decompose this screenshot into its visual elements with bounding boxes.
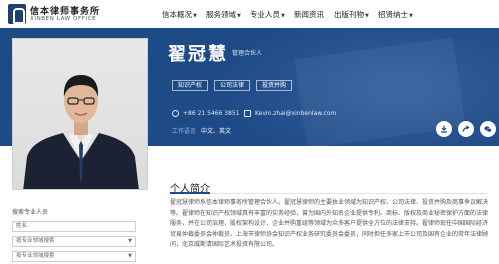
search-professionals-label: 搜索专业人员 — [12, 209, 49, 216]
practice-area-select[interactable]: 按专业领域搜索 ▼ — [12, 236, 136, 247]
bio-text: 翟冠慧律师系信本律师事务所管理合伙人。翟冠慧律师的主要执业领域为知识产权、公司法… — [170, 199, 488, 249]
download-icon — [441, 125, 447, 133]
email-contact[interactable]: Kevin.zhai@xinbenlaw.com — [244, 110, 336, 117]
work-language: 工作语言 中文、英文 — [172, 126, 231, 135]
lawyer-name: 翟冠慧 — [168, 44, 228, 65]
lawyer-title: 管理合伙人 — [232, 50, 263, 57]
wechat-button[interactable] — [480, 121, 496, 137]
work-language-value: 中文、英文 — [201, 128, 232, 135]
nav-item-publications[interactable]: 出版刊物▼ — [334, 9, 369, 20]
chevron-down-icon: ▼ — [281, 13, 285, 19]
chevron-down-icon: ▼ — [409, 13, 413, 19]
lawyer-photo — [12, 38, 148, 190]
practice-tag-corporate[interactable]: 公司法律 — [214, 80, 251, 91]
chevron-down-icon: ▼ — [365, 13, 369, 19]
wechat-icon — [484, 126, 492, 133]
logo-name-en: XINBEN LAW OFFICE — [30, 16, 97, 22]
chevron-down-icon: ▼ — [237, 13, 241, 19]
practice-area-select-2[interactable]: 按专业领域搜索 ▼ — [12, 251, 136, 262]
phone-icon — [172, 110, 179, 117]
share-button[interactable] — [458, 121, 474, 137]
work-language-label: 工作语言 — [172, 128, 197, 135]
nav-item-professionals[interactable]: 专业人员▼ — [250, 9, 285, 20]
phone-contact: +86 21 5466 3851 — [172, 110, 240, 117]
lawyer-portrait-image — [23, 75, 139, 189]
share-icon — [462, 125, 470, 132]
nav-item-news[interactable]: 新闻资讯 — [294, 9, 324, 20]
nav-item-overview[interactable]: 信本概况▼ — [162, 9, 197, 20]
site-header: 信本律师事务所 XINBEN LAW OFFICE 信本概况▼ 服务领域▼ 专业… — [0, 0, 499, 28]
section-accent-bar — [170, 192, 210, 194]
site-logo[interactable]: 信本律师事务所 XINBEN LAW OFFICE — [8, 4, 106, 26]
mail-icon — [244, 110, 251, 117]
download-button[interactable] — [436, 121, 452, 137]
chevron-down-icon: ▼ — [193, 13, 197, 19]
section-divider — [170, 193, 488, 194]
logo-mark-icon — [8, 4, 26, 24]
chevron-down-icon: ▼ — [128, 253, 132, 259]
name-search-input[interactable]: 姓名 — [12, 221, 136, 232]
nav-item-services[interactable]: 服务领域▼ — [206, 9, 241, 20]
practice-tag-ma[interactable]: 投资并购 — [256, 80, 293, 91]
practice-tag-ip[interactable]: 知识产权 — [172, 80, 209, 91]
nav-item-careers[interactable]: 招贤纳士▼ — [378, 9, 413, 20]
chevron-down-icon: ▼ — [128, 238, 132, 244]
